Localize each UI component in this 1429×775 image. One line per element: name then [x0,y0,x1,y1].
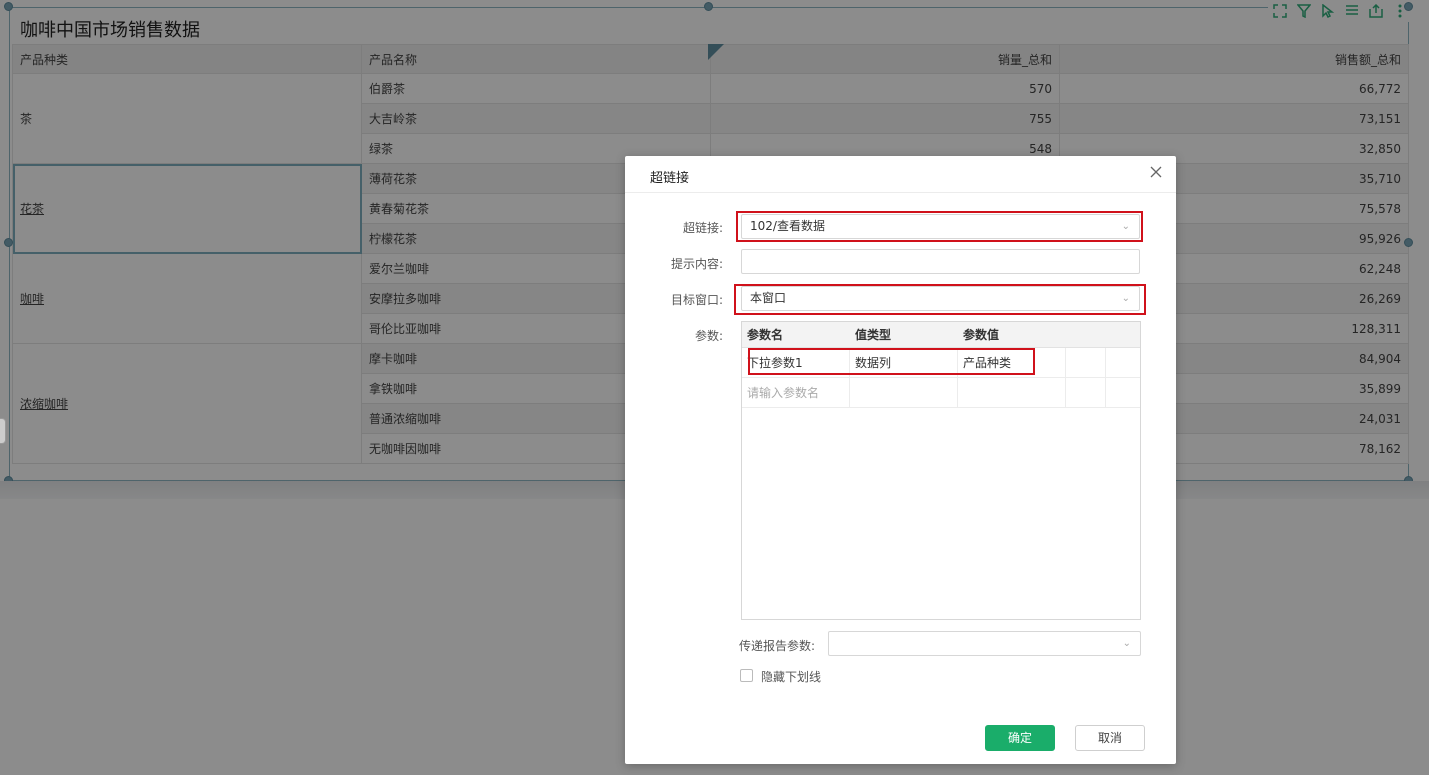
params-label: 参数: [694,329,723,343]
target-window-label: 目标窗口: [670,293,723,307]
pass-params-label: 传递报告参数: [738,639,815,653]
param-name-placeholder[interactable]: 请输入参数名 [742,378,850,407]
params-new-row[interactable]: 请输入参数名 [742,378,1140,408]
highlight-box [734,284,1146,315]
hyperlink-dialog: 超链接 超链接: 102/查看数据 ⌄ 提示内容: 目标窗口: 本窗口 ⌄ 参数… [625,156,1176,764]
chevron-down-icon: ⌄ [1122,638,1131,649]
tooltip-label: 提示内容: [670,257,723,271]
params-header: 参数名 [747,328,784,342]
params-header: 参数值 [963,328,1000,342]
hide-underline-label[interactable]: 隐藏下划线 [761,668,821,685]
highlight-box [736,211,1143,242]
ok-button[interactable]: 确定 [985,725,1055,751]
dialog-header: 超链接 [625,156,1176,193]
param-value-cell[interactable] [958,378,1066,407]
highlight-box [748,348,1035,375]
param-action-cell[interactable] [1066,348,1106,377]
param-action-cell[interactable] [1066,378,1106,407]
dialog-title: 超链接 [650,171,690,186]
params-header: 值类型 [855,328,892,342]
hide-underline-checkbox[interactable] [740,669,753,682]
close-icon[interactable] [1148,165,1164,181]
cancel-button[interactable]: 取消 [1075,725,1145,751]
param-type-cell[interactable] [850,378,958,407]
side-panel-toggle[interactable] [0,418,6,444]
params-header-row: 参数名 值类型 参数值 [742,322,1140,348]
tooltip-input[interactable] [741,249,1140,274]
hyperlink-label: 超链接: [682,221,723,235]
pass-params-select[interactable]: ⌄ [828,631,1141,656]
params-header-spacer [1066,322,1106,347]
